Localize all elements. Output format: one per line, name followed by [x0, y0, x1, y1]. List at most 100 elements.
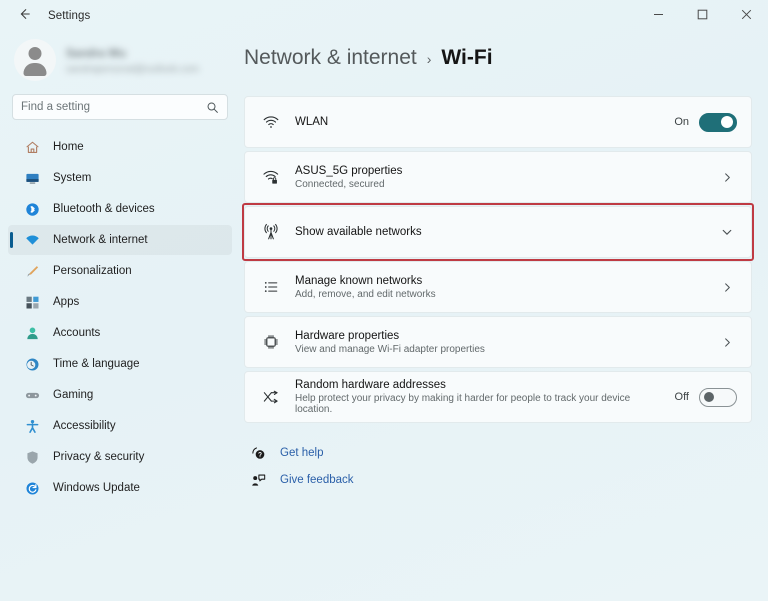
hardware-properties-row[interactable]: Hardware properties View and manage Wi-F…	[244, 316, 752, 368]
window-controls	[636, 0, 768, 32]
sidebar-nav: Home System Bluetooth & devices Network …	[8, 130, 232, 503]
sidebar-item-home[interactable]: Home	[8, 132, 232, 162]
help-icon	[250, 445, 266, 461]
profile-text: Sandra Wu sandrapersonal@outlook.com	[66, 46, 228, 75]
sidebar-item-label: Network & internet	[53, 234, 148, 246]
sidebar-item-label: Privacy & security	[53, 451, 145, 463]
broadcast-tower-icon	[259, 223, 283, 241]
paintbrush-icon	[24, 263, 41, 280]
back-button[interactable]	[10, 4, 38, 28]
minimize-button[interactable]	[636, 0, 680, 32]
maximize-icon	[697, 7, 708, 25]
update-refresh-icon	[24, 480, 41, 497]
row-subtitle: View and manage Wi-Fi adapter properties	[295, 343, 485, 355]
breadcrumb-separator-icon: ›	[426, 51, 432, 67]
show-available-networks-row[interactable]: Show available networks	[242, 203, 754, 261]
sidebar-item-label: Personalization	[53, 265, 132, 277]
give-feedback-link[interactable]: Give feedback	[250, 472, 752, 488]
row-text: WLAN	[295, 116, 662, 128]
clock-globe-icon	[24, 356, 41, 373]
row-text: Show available networks	[295, 226, 705, 238]
user-profile[interactable]: Sandra Wu sandrapersonal@outlook.com	[8, 32, 232, 90]
chevron-right-icon[interactable]	[718, 278, 737, 297]
get-help-link[interactable]: Get help	[250, 445, 752, 461]
list-icon	[259, 278, 283, 296]
window-body: Sandra Wu sandrapersonal@outlook.com Fin…	[0, 32, 768, 601]
chip-icon	[259, 333, 283, 351]
shuffle-icon	[259, 388, 283, 406]
sidebar-item-personalization[interactable]: Personalization	[8, 256, 232, 286]
network-wifi-icon	[24, 232, 41, 249]
row-subtitle: Add, remove, and edit networks	[295, 288, 436, 300]
chevron-down-icon[interactable]	[717, 222, 737, 242]
row-title: Hardware properties	[295, 329, 400, 342]
sidebar-item-label: System	[53, 172, 92, 184]
sidebar-item-label: Gaming	[53, 389, 94, 401]
sidebar-item-label: Bluetooth & devices	[53, 203, 155, 215]
random-mac-toggle[interactable]	[699, 387, 737, 407]
row-control: On	[674, 112, 737, 132]
profile-name: Sandra Wu	[66, 47, 126, 60]
account-person-icon	[24, 325, 41, 342]
sidebar-item-label: Home	[53, 141, 84, 153]
chevron-right-icon[interactable]	[718, 333, 737, 352]
sidebar-item-windows-update[interactable]: Windows Update	[8, 473, 232, 503]
random-mac-state-label: Off	[674, 391, 689, 403]
wlan-toggle[interactable]	[699, 112, 737, 132]
chevron-right-icon[interactable]	[718, 168, 737, 187]
sidebar-item-apps[interactable]: Apps	[8, 287, 232, 317]
row-subtitle: Connected, secured	[295, 178, 385, 190]
sidebar-item-label: Windows Update	[53, 482, 140, 494]
sidebar-item-bluetooth-devices[interactable]: Bluetooth & devices	[8, 194, 232, 224]
sidebar-item-gaming[interactable]: Gaming	[8, 380, 232, 410]
close-button[interactable]	[724, 0, 768, 32]
row-title: Random hardware addresses	[295, 379, 446, 391]
network-properties-row[interactable]: ASUS_5G properties Connected, secured	[244, 151, 752, 203]
sidebar: Sandra Wu sandrapersonal@outlook.com Fin…	[0, 32, 240, 601]
get-help-label[interactable]: Get help	[280, 447, 323, 459]
row-text: Random hardware addresses Help protect y…	[295, 379, 663, 415]
search-box[interactable]	[12, 94, 228, 120]
sidebar-item-accounts[interactable]: Accounts	[8, 318, 232, 348]
sidebar-item-privacy-security[interactable]: Privacy & security	[8, 442, 232, 472]
wlan-row[interactable]: WLAN On	[244, 96, 752, 148]
row-title: ASUS_5G properties	[295, 164, 403, 177]
page-title: Wi-Fi	[441, 46, 493, 69]
sidebar-item-system[interactable]: System	[8, 163, 232, 193]
gamepad-icon	[24, 387, 41, 404]
home-icon	[24, 139, 41, 156]
row-control: Off	[674, 387, 737, 407]
manage-known-networks-row[interactable]: Manage known networks Add, remove, and e…	[244, 261, 752, 313]
sidebar-item-time-language[interactable]: Time & language	[8, 349, 232, 379]
sidebar-item-network-internet[interactable]: Network & internet	[8, 225, 232, 255]
settings-list: WLAN On ASUS_5G properties Connected, se…	[242, 96, 754, 423]
accessibility-person-icon	[24, 418, 41, 435]
title-bar: Settings	[0, 0, 768, 32]
wifi-icon	[259, 113, 283, 131]
feedback-icon	[250, 472, 266, 488]
profile-email: sandrapersonal@outlook.com	[66, 63, 200, 75]
give-feedback-label[interactable]: Give feedback	[280, 474, 354, 486]
search-container	[8, 90, 232, 130]
breadcrumb: Network & internet › Wi-Fi	[244, 46, 752, 80]
minimize-icon	[653, 7, 664, 25]
search-input[interactable]	[21, 101, 206, 113]
settings-window: Settings Sandra Wu sandrapersonal@outloo…	[0, 0, 768, 601]
back-arrow-icon	[17, 7, 31, 26]
random-hardware-addresses-row[interactable]: Random hardware addresses Help protect y…	[244, 371, 752, 423]
system-icon	[24, 170, 41, 187]
row-text: Manage known networks Add, remove, and e…	[295, 275, 706, 300]
maximize-button[interactable]	[680, 0, 724, 32]
apps-icon	[24, 294, 41, 311]
sidebar-item-label: Accessibility	[53, 420, 116, 432]
shield-icon	[24, 449, 41, 466]
bluetooth-icon	[24, 201, 41, 218]
row-text: ASUS_5G properties Connected, secured	[295, 165, 706, 190]
wlan-state-label: On	[674, 116, 689, 128]
close-icon	[741, 7, 752, 25]
breadcrumb-parent[interactable]: Network & internet	[244, 46, 417, 70]
main-content: Network & internet › Wi-Fi WLAN On ASUS_…	[240, 32, 768, 601]
row-title: WLAN	[295, 116, 329, 128]
sidebar-item-label: Time & language	[53, 358, 140, 370]
sidebar-item-accessibility[interactable]: Accessibility	[8, 411, 232, 441]
